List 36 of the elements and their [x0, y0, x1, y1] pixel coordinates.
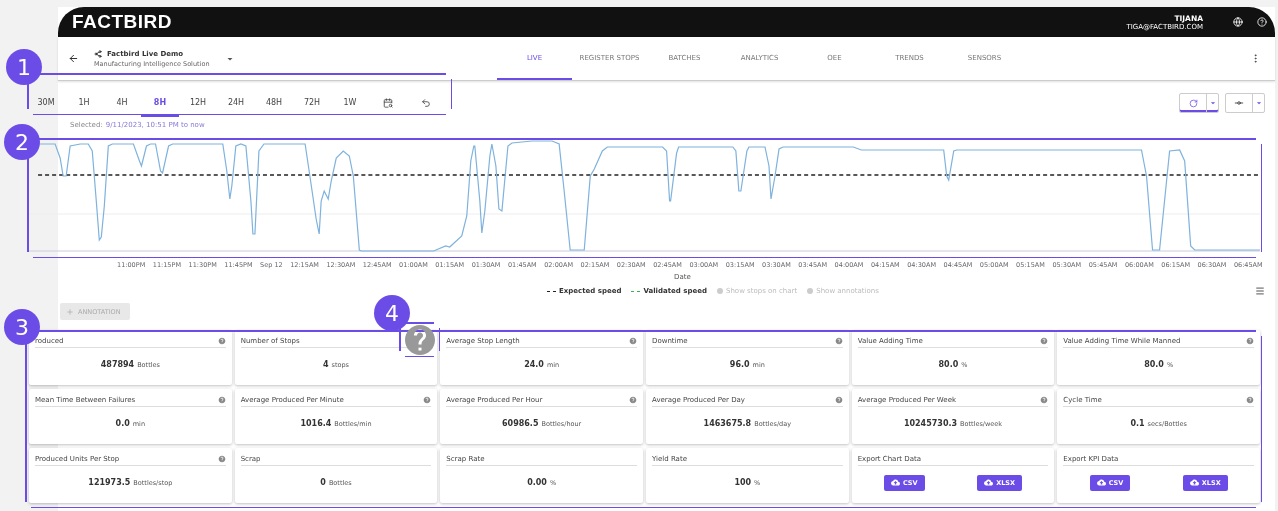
callout-number: 2	[4, 124, 40, 160]
help-icon[interactable]	[1246, 336, 1254, 345]
time-range-tab[interactable]: 1H	[65, 89, 103, 117]
time-range-tab[interactable]: 1W	[331, 89, 369, 117]
logo: FACTBIRD	[72, 11, 173, 33]
help-icon[interactable]	[217, 336, 226, 345]
time-range-tab[interactable]: 4H	[103, 89, 141, 117]
refresh-button[interactable]	[1179, 93, 1219, 113]
menu-icon[interactable]	[1255, 286, 1265, 296]
help-icon[interactable]	[1246, 395, 1254, 404]
time-range-tab[interactable]: 12H	[179, 89, 217, 117]
time-range-tab[interactable]: 72H	[293, 89, 331, 117]
question-icon	[402, 322, 438, 358]
help-icon[interactable]	[1257, 17, 1267, 27]
help-icon[interactable]	[423, 395, 432, 404]
time-range-tab[interactable]: 24H	[217, 89, 255, 117]
help-icon[interactable]	[629, 336, 637, 345]
help-icon[interactable]	[834, 395, 843, 404]
cloud-upload-icon	[984, 478, 994, 487]
help-icon[interactable]	[217, 395, 226, 404]
cloud-upload-icon	[1096, 478, 1106, 487]
help-icon[interactable]	[1040, 395, 1049, 404]
help-icon[interactable]	[834, 336, 843, 345]
time-range-tab[interactable]: 30M	[27, 89, 65, 117]
help-icon[interactable]	[217, 454, 226, 463]
refresh-icon	[1188, 98, 1198, 108]
callout-number: 1	[6, 49, 42, 85]
cloud-upload-icon	[1189, 478, 1199, 487]
help-icon[interactable]	[629, 395, 637, 404]
globe-icon[interactable]	[1233, 17, 1243, 27]
help-icon[interactable]	[1040, 336, 1049, 345]
time-range-tab[interactable]: 48H	[255, 89, 293, 117]
share-icon	[94, 49, 102, 58]
cloud-upload-icon	[890, 478, 900, 487]
line-options-button[interactable]	[1225, 93, 1265, 113]
plus-icon	[66, 307, 74, 316]
